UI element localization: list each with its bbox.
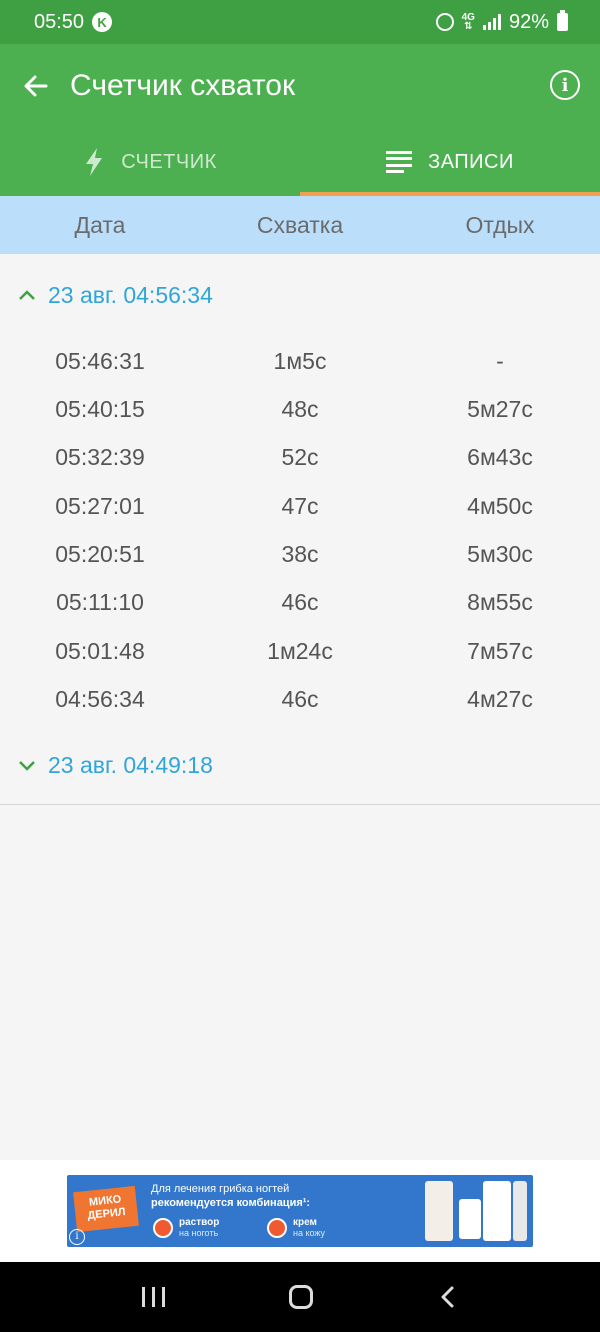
table-row: 04:56:34 46с 4м27с	[0, 675, 600, 723]
column-header-row: Дата Схватка Отдых	[0, 196, 600, 254]
table-row: 05:40:15 48с 5м27с	[0, 385, 600, 433]
back-nav-icon[interactable]	[438, 1285, 458, 1309]
table-row: 05:27:01 47с 4м50с	[0, 482, 600, 530]
record-rest: 5м30с	[467, 540, 533, 567]
record-rest: 8м55с	[467, 588, 533, 615]
lightning-bolt-icon	[86, 148, 103, 176]
app-bar: Счетчик схваток i	[0, 44, 600, 128]
product-tube-image	[513, 1181, 527, 1241]
record-contraction: 52с	[281, 443, 319, 470]
record-time: 05:32:39	[55, 443, 145, 470]
record-rest: 5м27с	[467, 395, 533, 422]
record-contraction: 38с	[281, 540, 319, 567]
record-time: 05:01:48	[55, 637, 145, 664]
record-contraction: 46с	[281, 588, 319, 615]
record-rest: 4м50с	[467, 492, 533, 519]
record-contraction: 46с	[281, 685, 319, 712]
record-rest: -	[496, 347, 504, 374]
alarm-icon	[435, 13, 454, 31]
system-nav-bar	[0, 1262, 600, 1332]
record-time: 04:56:34	[55, 685, 145, 712]
table-row: 05:01:48 1м24с 7м57с	[0, 627, 600, 675]
list-lines-icon	[386, 151, 413, 173]
record-time: 05:20:51	[55, 540, 145, 567]
cream-icon	[267, 1218, 287, 1238]
ad-subheadline: рекомендуется комбинация¹:	[151, 1197, 311, 1209]
group-title: 23 авг. 04:56:34	[48, 281, 213, 308]
record-time: 05:27:01	[55, 492, 145, 519]
info-icon[interactable]: i	[550, 70, 580, 100]
record-rest: 4м27с	[467, 685, 533, 712]
record-rest: 7м57с	[467, 637, 533, 664]
ad-info-icon[interactable]: i	[69, 1229, 85, 1245]
ad-area: МИКО ДЕРИЛ Для лечения грибка ногтей рек…	[0, 1160, 600, 1262]
table-row: 05:11:10 46с 8м55с	[0, 578, 600, 626]
carrier-badge-icon: K	[92, 12, 113, 32]
record-time: 05:40:15	[55, 395, 145, 422]
record-contraction: 1м5с	[273, 347, 327, 374]
battery-percent: 92%	[508, 10, 549, 33]
product-box-image	[483, 1181, 511, 1241]
column-header-date: Дата	[74, 211, 126, 238]
divider	[0, 804, 600, 805]
app-title: Счетчик схваток	[70, 69, 296, 102]
ad-item-cream: крем на кожу	[267, 1217, 325, 1239]
table-row: 05:46:31 1м5с -	[0, 337, 600, 385]
column-header-contraction: Схватка	[256, 211, 344, 238]
ad-brand-logo: МИКО ДЕРИЛ	[73, 1185, 139, 1233]
table-row: 05:32:39 52с 6м43с	[0, 433, 600, 481]
status-time: 05:50	[34, 10, 85, 33]
tab-bar: СЧЕТЧИК ЗАПИСИ	[0, 128, 600, 196]
ad-item-solution: раствор на ноготь	[153, 1217, 219, 1239]
home-icon[interactable]	[289, 1285, 314, 1309]
record-time: 05:11:10	[56, 588, 144, 615]
network-type-icon: 4G ⇅	[461, 12, 475, 32]
product-box-image	[425, 1181, 453, 1241]
record-time: 05:46:31	[55, 347, 145, 374]
table-row: 05:20:51 38с 5м30с	[0, 530, 600, 578]
record-contraction: 47с	[281, 492, 319, 519]
ad-banner[interactable]: МИКО ДЕРИЛ Для лечения грибка ногтей рек…	[67, 1175, 533, 1247]
group-header-expanded[interactable]: 23 авг. 04:56:34	[0, 270, 600, 320]
product-bottle-image	[459, 1199, 481, 1239]
group-header-collapsed[interactable]: 23 авг. 04:49:18	[0, 740, 600, 790]
tab-counter-label: СЧЕТЧИК	[121, 150, 217, 173]
record-contraction: 1м24с	[267, 637, 333, 664]
chevron-down-icon	[19, 761, 35, 771]
recent-apps-icon[interactable]	[142, 1287, 166, 1307]
tab-counter[interactable]: СЧЕТЧИК	[0, 128, 300, 196]
tab-records-label: ЗАПИСИ	[428, 150, 514, 173]
tab-records[interactable]: ЗАПИСИ	[300, 128, 600, 196]
chevron-up-icon	[19, 290, 35, 300]
signal-icon	[482, 14, 501, 30]
record-contraction: 48с	[281, 395, 319, 422]
drop-icon	[153, 1218, 173, 1238]
record-rest: 6м43с	[467, 443, 533, 470]
column-header-rest: Отдых	[465, 211, 535, 238]
battery-icon	[557, 10, 568, 31]
group-title: 23 авг. 04:49:18	[48, 751, 213, 778]
status-bar: 05:50 K 4G ⇅ 92%	[0, 0, 600, 44]
ad-headline: Для лечения грибка ногтей	[151, 1183, 290, 1195]
back-arrow-icon[interactable]	[22, 72, 50, 100]
